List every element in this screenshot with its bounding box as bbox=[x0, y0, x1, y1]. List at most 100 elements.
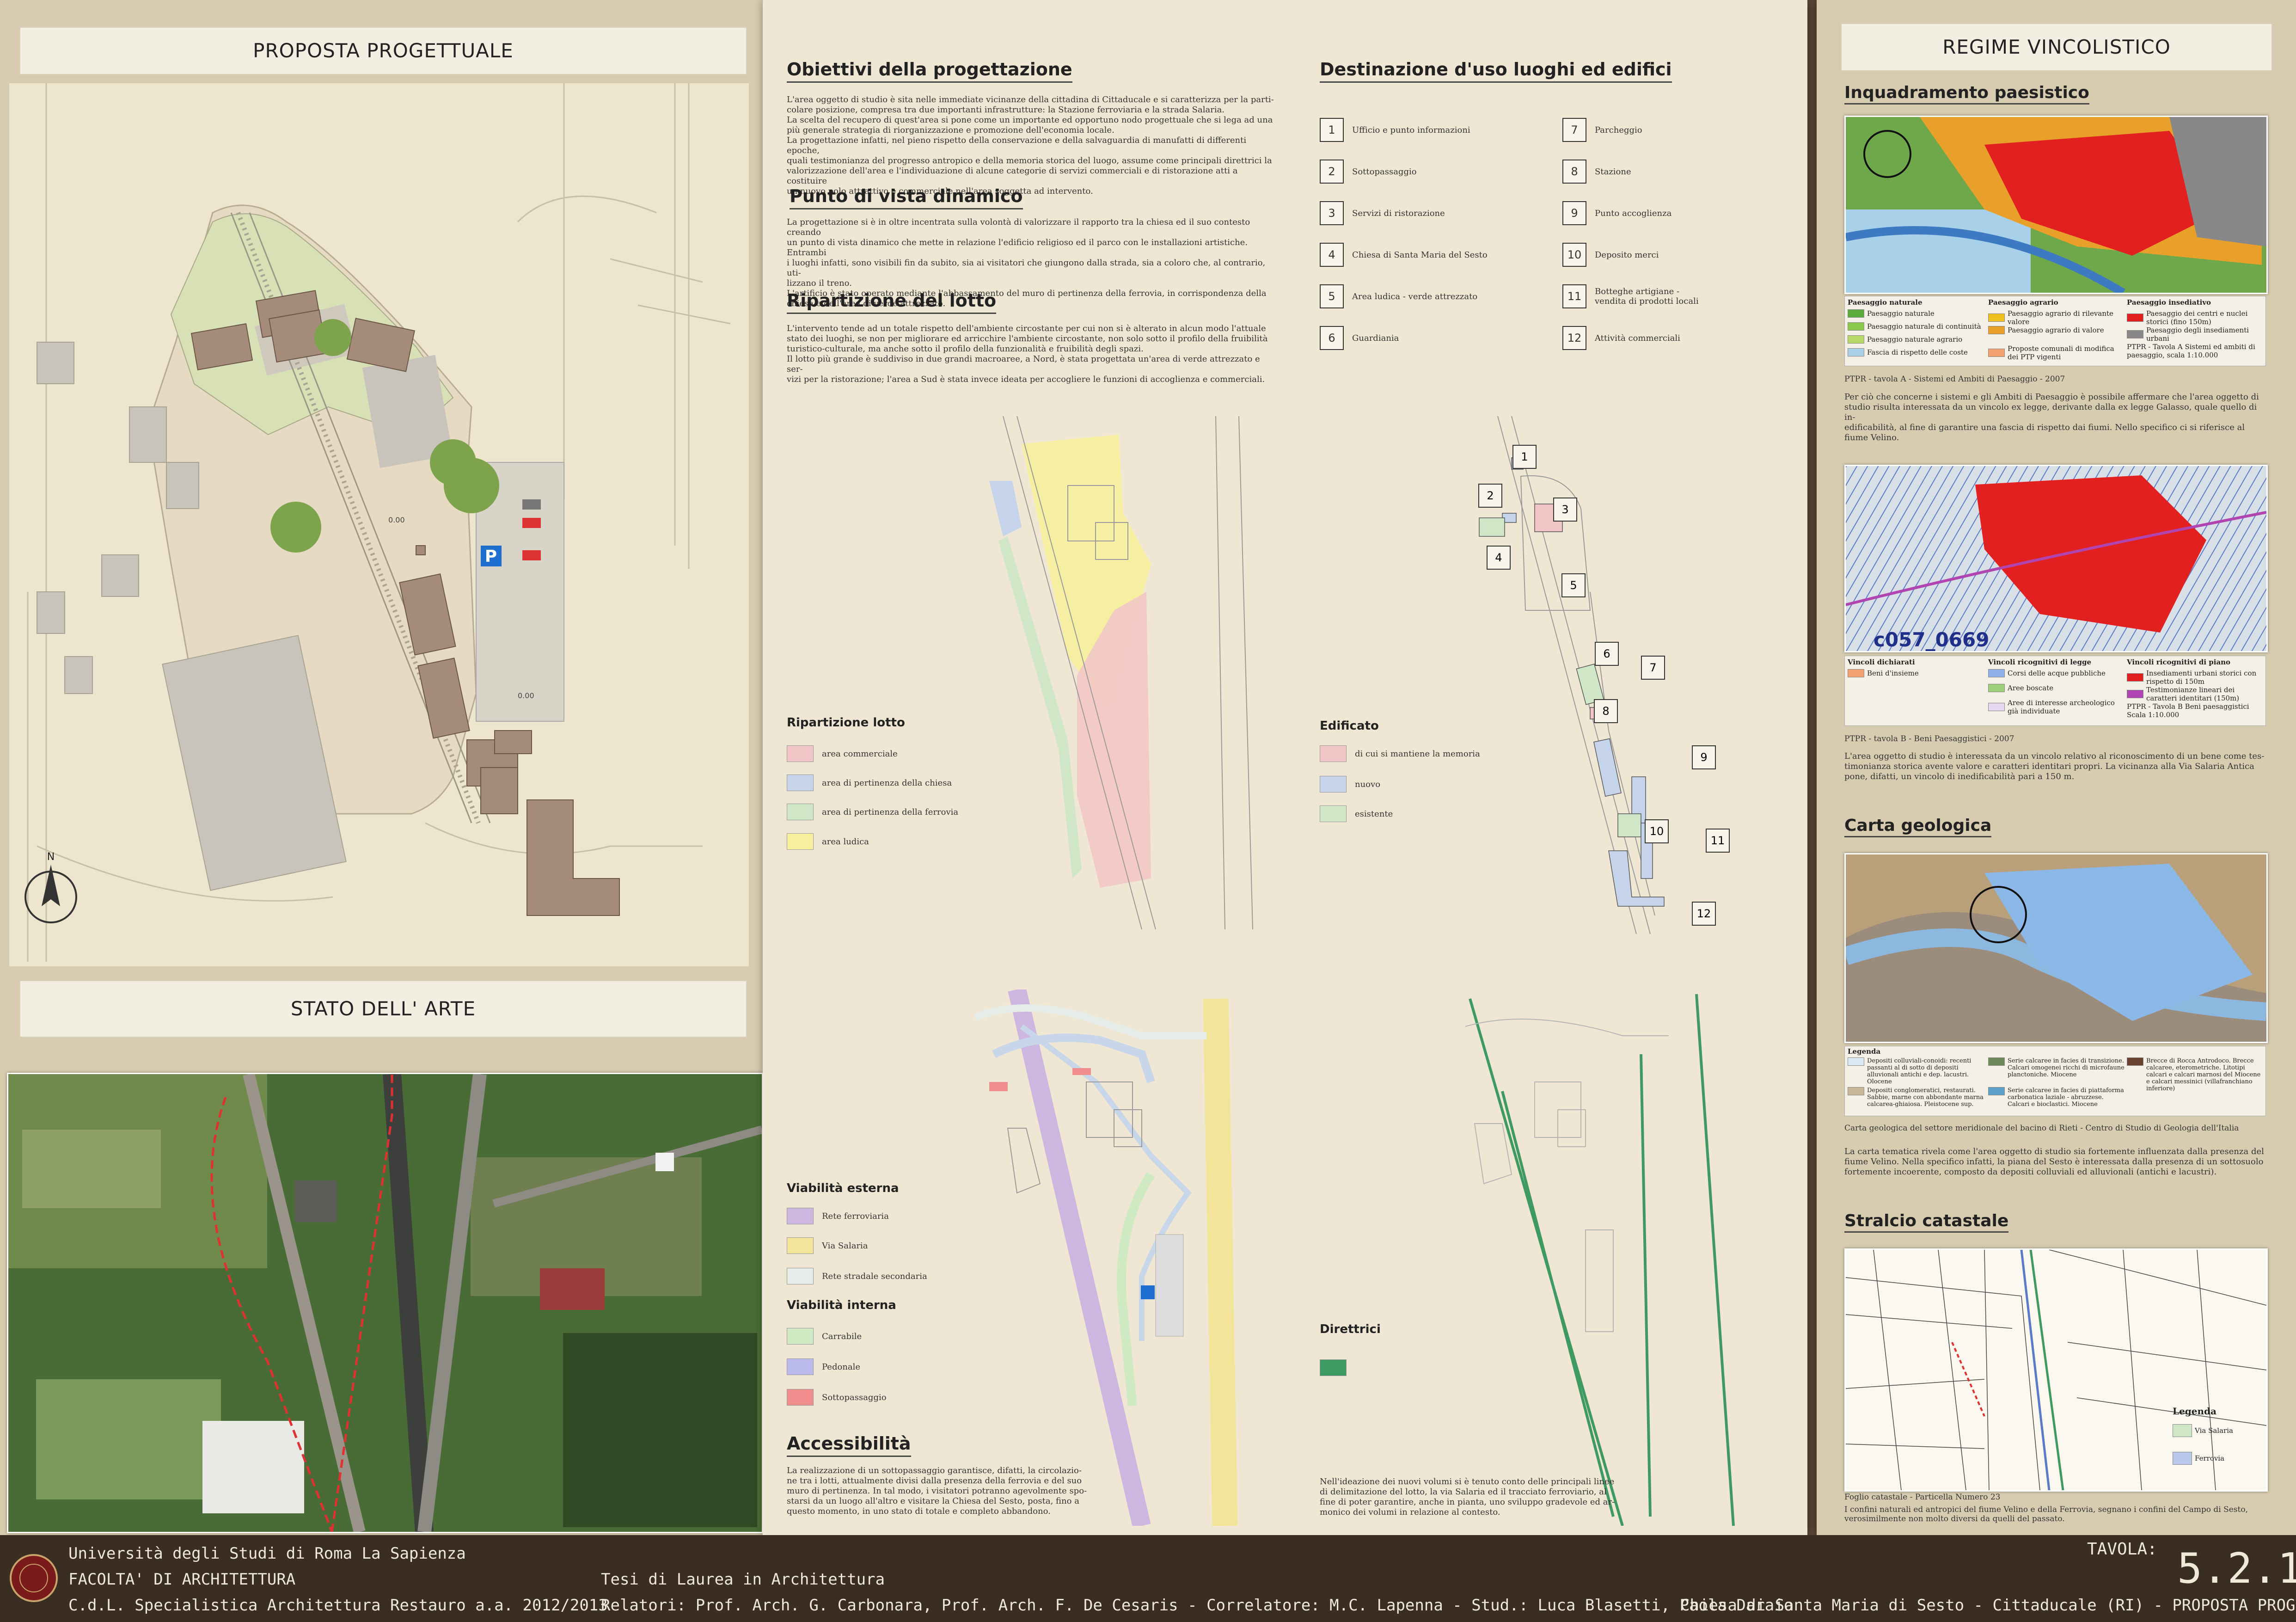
swatch bbox=[1320, 776, 1347, 793]
landscape-map bbox=[1844, 116, 2268, 294]
directrices-plan bbox=[1465, 994, 1735, 1526]
geology-heading: Carta geologica bbox=[1844, 816, 1992, 837]
project-title: Chiesa di Santa Maria di Sesto - Cittadu… bbox=[1680, 1596, 2296, 1615]
list-item: 6 Guardiania bbox=[1320, 326, 1399, 350]
legend-item: Rete stradale secondaria bbox=[787, 1268, 927, 1284]
list-item: 8 Stazione bbox=[1562, 160, 1631, 184]
heritage-caption: PTPR - tavola B - Beni Paesaggistici - 2… bbox=[1844, 734, 2014, 743]
plan-label-6: 6 bbox=[1595, 642, 1619, 666]
course-name: C.d.L. Specialistica Architettura Restau… bbox=[68, 1596, 608, 1615]
list-item: 4 Chiesa di Santa Maria del Sesto bbox=[1320, 243, 1488, 267]
swatch bbox=[787, 1208, 814, 1224]
list-item: 9 Punto accoglienza bbox=[1562, 201, 1671, 225]
list-item: 12 Attività commerciali bbox=[1562, 326, 1680, 350]
geology-text: La carta tematica rivela come l'area ogg… bbox=[1844, 1147, 2264, 1177]
geology-legend: Legenda Depositi colluviali-conoidi: rec… bbox=[1844, 1046, 2266, 1116]
geology-caption: Carta geologica del settore meridionale … bbox=[1844, 1124, 2239, 1133]
site-plan-drawing: P 0.00 0.00 N bbox=[24, 83, 731, 962]
objectives-heading: Obiettivi della progettazione bbox=[787, 59, 1072, 83]
list-item: 3 Servizi di ristorazione bbox=[1320, 201, 1445, 225]
list-item: 7 Parcheggio bbox=[1562, 118, 1642, 142]
swatch bbox=[1320, 745, 1347, 762]
accessibility-text: La realizzazione di un sottopassaggio ga… bbox=[787, 1466, 1087, 1516]
footer-bar: Università degli Studi di Roma La Sapien… bbox=[0, 1535, 2296, 1622]
internal-viability-title: Viabilità interna bbox=[787, 1298, 896, 1312]
legend-item: area commerciale bbox=[787, 745, 898, 762]
plan-label-11: 11 bbox=[1706, 829, 1730, 853]
list-item: 2 Sottopassaggio bbox=[1320, 160, 1417, 184]
cadastral-text: I confini naturali ed antropici del fium… bbox=[1844, 1505, 2248, 1524]
landscape-caption: PTPR - tavola A - Sistemi ed Ambiti di P… bbox=[1844, 375, 2065, 384]
heritage-text: L'area oggetto di studio è interessata d… bbox=[1844, 751, 2265, 781]
university-name: Università degli Studi di Roma La Sapien… bbox=[68, 1544, 466, 1563]
lot-division-plan bbox=[989, 416, 1253, 929]
cadastral-heading: Stralcio catastale bbox=[1844, 1211, 2009, 1233]
legend-item: nuovo bbox=[1320, 776, 1380, 793]
site-plan: P 0.00 0.00 N bbox=[9, 83, 749, 966]
elevation-mark-a: 0.00 bbox=[388, 516, 405, 524]
aerial-photo bbox=[7, 1073, 763, 1533]
state-of-art-title: STATO DELL' ARTE bbox=[19, 980, 747, 1038]
proposal-title: PROPOSTA PROGETTUALE bbox=[19, 27, 747, 75]
swatch bbox=[787, 1328, 814, 1345]
legend-item: esistente bbox=[1320, 805, 1393, 822]
list-item: 10 Deposito merci bbox=[1562, 243, 1659, 267]
middle-column: Obiettivi della progettazione L'area ogg… bbox=[763, 0, 1807, 1535]
swatch bbox=[787, 804, 814, 820]
constraints-title: REGIME VINCOLISTICO bbox=[1841, 23, 2272, 71]
right-column: REGIME VINCOLISTICO Inquadramento paesis… bbox=[1817, 0, 2296, 1535]
plan-label-4: 4 bbox=[1487, 546, 1511, 570]
viability-plan bbox=[974, 989, 1238, 1526]
plan-label-8: 8 bbox=[1594, 699, 1618, 723]
list-item: 11 Botteghe artigiane - vendita di prodot… bbox=[1562, 284, 1701, 308]
swatch bbox=[1320, 805, 1347, 822]
legend-item: area di pertinenza della chiesa bbox=[787, 774, 952, 791]
tavola-number: 5.2.1 bbox=[2177, 1544, 2296, 1593]
cadastral-caption: Foglio catastale - Particella Numero 23 bbox=[1844, 1493, 2001, 1502]
sheet-code: c057_0669 bbox=[1874, 628, 1989, 651]
plan-label-5: 5 bbox=[1561, 573, 1586, 597]
left-column: PROPOSTA PROGETTUALE P 0.00 0.00 N STATO… bbox=[0, 0, 763, 1535]
lot-division-text: L'intervento tende ad un totale rispetto… bbox=[787, 324, 1268, 384]
directrices-text: Nell'ideazione dei nuovi volumi si è ten… bbox=[1320, 1477, 1615, 1517]
lot-legend-title: Ripartizione lotto bbox=[787, 716, 905, 730]
legend-item: di cui si mantiene la memoria bbox=[1320, 745, 1480, 762]
plan-label-1: 1 bbox=[1512, 445, 1537, 469]
credits: Relatori: Prof. Arch. G. Carbonara, Prof… bbox=[601, 1596, 1794, 1615]
list-item: 5 Area ludica - verde attrezzato bbox=[1320, 284, 1477, 308]
heritage-map: c057_0669 bbox=[1844, 465, 2268, 652]
parking-letter: P bbox=[485, 547, 497, 566]
dynamic-view-heading: Punto di vista dinamico bbox=[790, 186, 1023, 209]
plan-label-3: 3 bbox=[1553, 498, 1577, 522]
elevation-mark-b: 0.00 bbox=[518, 691, 534, 700]
directrices-title: Direttrici bbox=[1320, 1322, 1381, 1336]
legend-item: Pedonale bbox=[787, 1358, 860, 1375]
thesis-label: Tesi di Laurea in Architettura bbox=[601, 1570, 885, 1589]
plan-label-7: 7 bbox=[1641, 656, 1665, 680]
swatch bbox=[787, 774, 814, 791]
swatch bbox=[787, 833, 814, 850]
tavola-label: TAVOLA: bbox=[2087, 1540, 2157, 1559]
external-viability-title: Viabilità esterna bbox=[787, 1181, 899, 1195]
legend-item: area ludica bbox=[787, 833, 869, 850]
north-letter: N bbox=[47, 851, 55, 863]
legend-item: Carrabile bbox=[787, 1328, 862, 1345]
plan-label-2: 2 bbox=[1478, 484, 1502, 508]
geology-map bbox=[1844, 853, 2268, 1043]
legend-item: Rete ferroviaria bbox=[787, 1208, 889, 1224]
cadastral-legend: Legenda Via Salaria Ferrovia bbox=[2173, 1406, 2256, 1475]
faculty-name: FACOLTA' DI ARCHITETTURA bbox=[68, 1570, 296, 1589]
lot-division-heading: Ripartizione del lotto bbox=[787, 290, 997, 314]
landscape-legend: Paesaggio naturale Paesaggio agrario Pae… bbox=[1844, 296, 2266, 366]
legend-item: Sottopassaggio bbox=[787, 1389, 887, 1406]
landscape-heading: Inquadramento paesistico bbox=[1844, 83, 2089, 104]
destination-heading: Destinazione d'uso luoghi ed edifici bbox=[1320, 59, 1672, 83]
swatch bbox=[787, 1358, 814, 1375]
swatch bbox=[787, 745, 814, 762]
accessibility-heading: Accessibilità bbox=[787, 1433, 911, 1457]
swatch bbox=[787, 1389, 814, 1406]
landscape-text: Per ciò che concerne i sistemi e gli Amb… bbox=[1844, 392, 2259, 442]
plan-label-10: 10 bbox=[1645, 819, 1669, 843]
numbered-plan bbox=[1479, 416, 1665, 934]
north-arrow-icon: N bbox=[24, 851, 77, 923]
